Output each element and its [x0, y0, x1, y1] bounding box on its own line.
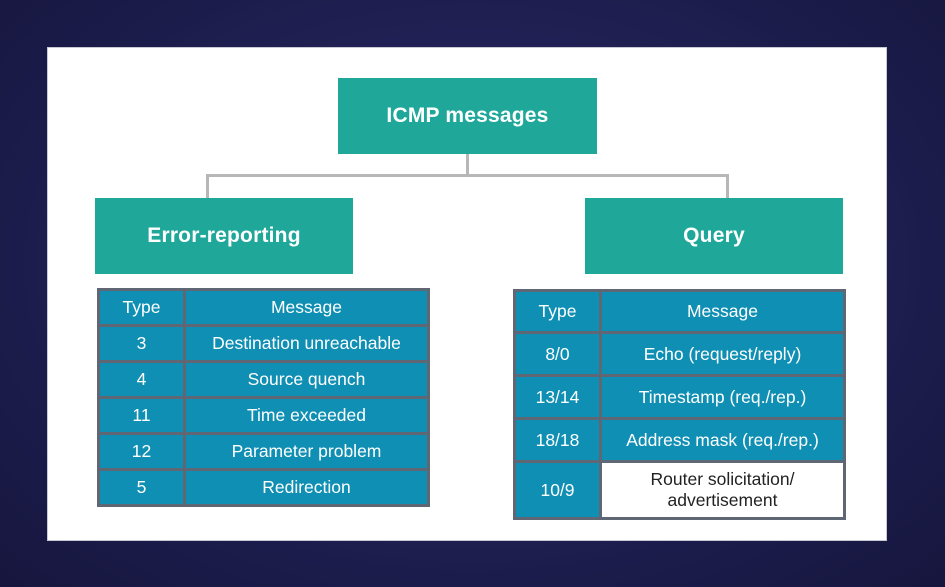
query-box: Query	[585, 198, 843, 274]
table-row: 10/9 Router solicitation/ advertisement	[513, 460, 846, 520]
table-row: 18/18 Address mask (req./rep.)	[513, 417, 846, 463]
type-cell: 4	[97, 360, 186, 399]
message-cell: Destination unreachable	[183, 324, 430, 363]
type-cell: 8/0	[513, 331, 602, 377]
type-cell: 18/18	[513, 417, 602, 463]
message-cell: Parameter problem	[183, 432, 430, 471]
connector-horizontal	[206, 174, 729, 177]
type-cell: 5	[97, 468, 186, 507]
message-cell: Echo (request/reply)	[599, 331, 846, 377]
table-row: 11 Time exceeded	[97, 396, 430, 435]
type-cell: 3	[97, 324, 186, 363]
table-row: 4 Source quench	[97, 360, 430, 399]
message-column-header: Message	[599, 289, 846, 334]
type-column-header: Type	[97, 288, 186, 327]
table-row: 8/0 Echo (request/reply)	[513, 331, 846, 377]
table-header-row: Type Message	[513, 289, 846, 334]
message-cell: Router solicitation/ advertisement	[599, 460, 846, 520]
message-cell: Timestamp (req./rep.)	[599, 374, 846, 420]
message-cell: Redirection	[183, 468, 430, 507]
message-cell: Time exceeded	[183, 396, 430, 435]
query-table: Type Message 8/0 Echo (request/reply) 13…	[513, 289, 846, 520]
root-box: ICMP messages	[338, 78, 597, 154]
connector-root-down	[466, 154, 469, 176]
table-row: 13/14 Timestamp (req./rep.)	[513, 374, 846, 420]
connector-right-down	[726, 174, 729, 198]
table-row: 12 Parameter problem	[97, 432, 430, 471]
error-reporting-table: Type Message 3 Destination unreachable 4…	[97, 288, 430, 507]
message-cell: Address mask (req./rep.)	[599, 417, 846, 463]
type-cell: 11	[97, 396, 186, 435]
table-header-row: Type Message	[97, 288, 430, 327]
table-row: 3 Destination unreachable	[97, 324, 430, 363]
message-column-header: Message	[183, 288, 430, 327]
connector-left-down	[206, 174, 209, 198]
type-cell: 13/14	[513, 374, 602, 420]
message-cell: Source quench	[183, 360, 430, 399]
error-reporting-box: Error-reporting	[95, 198, 353, 274]
type-column-header: Type	[513, 289, 602, 334]
table-row: 5 Redirection	[97, 468, 430, 507]
type-cell: 10/9	[513, 460, 602, 520]
type-cell: 12	[97, 432, 186, 471]
slide-panel: ICMP messages Error-reporting Query Type…	[47, 47, 887, 541]
